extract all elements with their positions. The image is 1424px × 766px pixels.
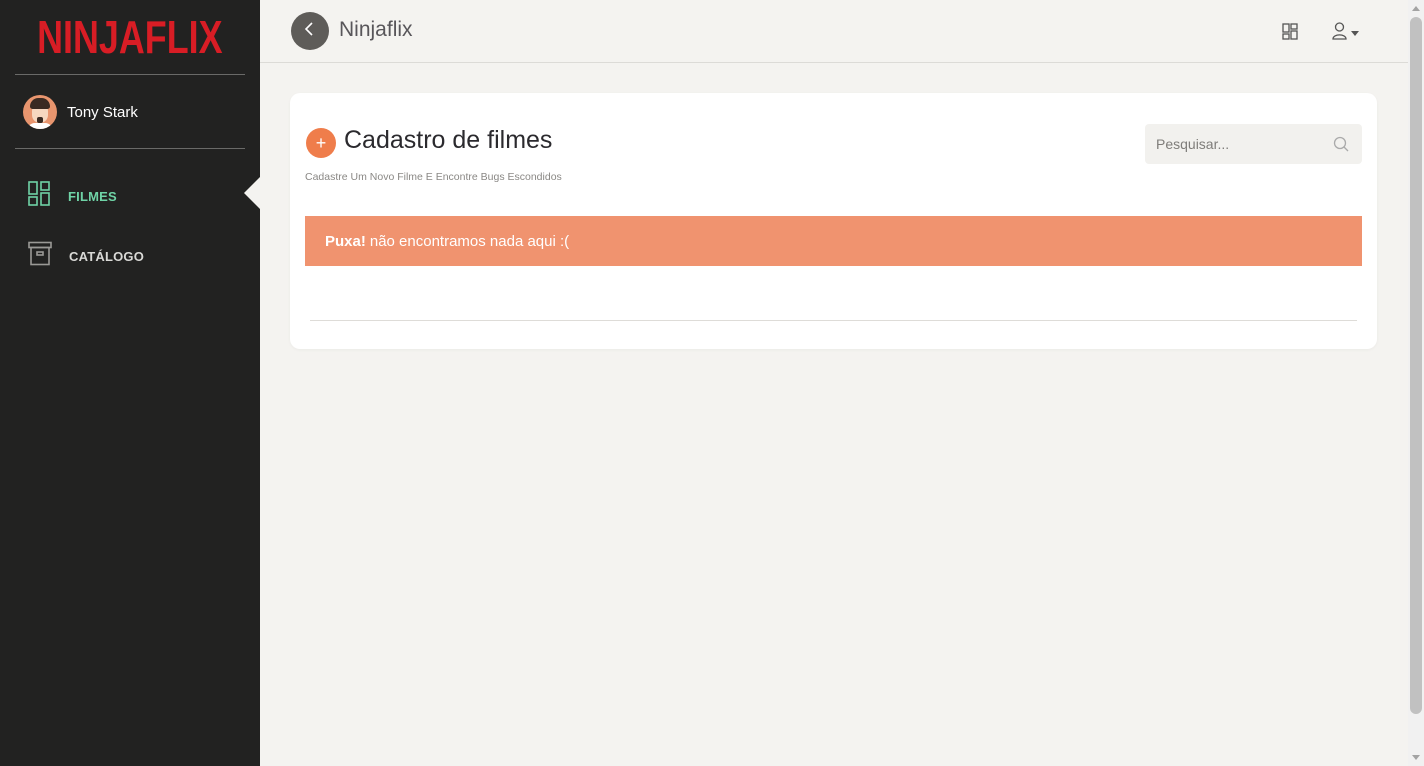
archive-box-icon — [28, 241, 52, 271]
logo-text: NINJAFLIX — [37, 11, 223, 63]
sidebar-item-label: CATÁLOGO — [69, 248, 145, 264]
dashboard-icon — [28, 181, 51, 211]
user-profile[interactable]: Tony Stark — [23, 95, 138, 129]
avatar — [23, 95, 57, 129]
card-subtitle: Cadastre Um Novo Filme E Encontre Bugs E… — [305, 171, 562, 183]
header: Ninjaflix — [260, 0, 1408, 63]
alert-strong: Puxa! — [325, 232, 366, 250]
back-arrow-icon — [304, 21, 316, 41]
search-box — [1145, 124, 1362, 164]
sidebar-item-filmes[interactable]: FILMES — [28, 181, 117, 211]
sidebar: NINJAFLIX Tony Stark FILMES CATÁLOGO — [0, 0, 260, 766]
scrollbar[interactable] — [1408, 0, 1424, 766]
card-title: Cadastro de filmes — [344, 126, 553, 154]
caret-down-icon — [1351, 31, 1359, 36]
logo[interactable]: NINJAFLIX — [0, 10, 260, 64]
page-title: Ninjaflix — [339, 18, 413, 41]
search-input[interactable] — [1145, 124, 1330, 164]
divider — [15, 148, 245, 149]
scroll-up-icon[interactable] — [1412, 6, 1420, 11]
main-card: + Cadastro de filmes Cadastre Um Novo Fi… — [290, 93, 1377, 349]
divider — [310, 320, 1357, 321]
back-button[interactable] — [291, 12, 329, 50]
sidebar-item-label: FILMES — [68, 188, 117, 204]
active-indicator — [244, 177, 260, 209]
alert-message: não encontramos nada aqui :( — [369, 232, 570, 250]
apps-button[interactable] — [1282, 23, 1298, 45]
divider — [15, 74, 245, 75]
user-name: Tony Stark — [67, 103, 138, 121]
empty-alert: Puxa! não encontramos nada aqui :( — [305, 216, 1362, 266]
scroll-down-icon[interactable] — [1412, 755, 1420, 760]
add-movie-button[interactable]: + — [306, 128, 336, 158]
search-icon[interactable] — [1333, 136, 1349, 157]
user-icon — [1332, 22, 1347, 45]
scrollbar-thumb[interactable] — [1410, 17, 1422, 714]
user-menu-button[interactable] — [1332, 22, 1359, 45]
grid-icon — [1282, 23, 1298, 44]
sidebar-item-catalogo[interactable]: CATÁLOGO — [28, 241, 144, 271]
plus-icon: + — [315, 133, 327, 153]
